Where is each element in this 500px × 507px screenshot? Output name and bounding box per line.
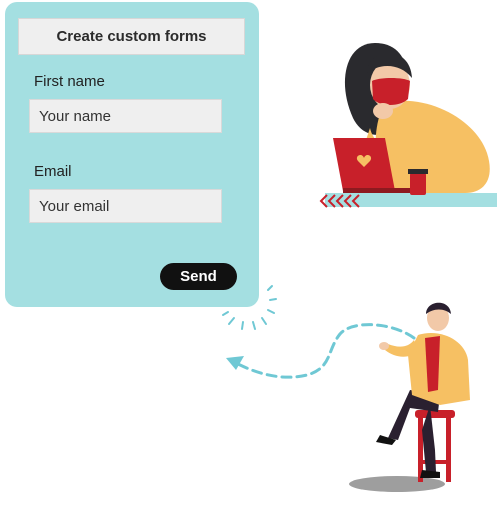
email-label: Email: [34, 163, 72, 180]
woman-laptop-illustration: [319, 43, 497, 208]
custom-form-card: Create custom forms First name Email Sen…: [5, 2, 259, 307]
email-input[interactable]: [29, 189, 222, 223]
form-title: Create custom forms: [18, 18, 245, 55]
first-name-label: First name: [34, 73, 105, 90]
man-on-stool-illustration: [349, 302, 470, 492]
first-name-input[interactable]: [29, 99, 222, 133]
